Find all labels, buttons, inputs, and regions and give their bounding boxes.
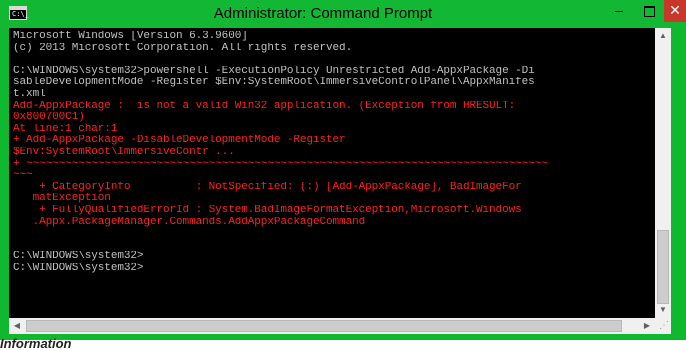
close-button[interactable]: ✕ (664, 0, 686, 22)
scroll-left-arrow-icon[interactable]: ◀ (9, 318, 25, 334)
maximize-button[interactable] (636, 0, 662, 22)
console-line: + ~~~~~~~~~~~~~~~~~~~~~~~~~~~~~~~~~~~~~~… (13, 158, 548, 170)
console-line: C:\WINDOWS\system32> (13, 251, 144, 263)
scroll-right-arrow-icon[interactable]: ▶ (639, 318, 655, 334)
console-line: matException (13, 193, 111, 205)
console-line: .Appx.PackageManager.Commands.AddAppxPac… (13, 216, 366, 228)
scroll-up-arrow-icon[interactable]: ▲ (655, 28, 671, 44)
maximize-icon (643, 6, 655, 17)
title-bar[interactable]: C:\_ Administrator: Command Prompt – ✕ (0, 0, 686, 28)
vertical-scroll-thumb[interactable] (657, 230, 669, 304)
console-line: (c) 2013 Microsoft Corporation. All righ… (13, 42, 353, 54)
console-line: Microsoft Windows [Version 6.3.9600] (13, 31, 248, 42)
console-line: C:\WINDOWS\system32>powershell -Executio… (13, 65, 535, 77)
window-title: Administrator: Command Prompt (213, 5, 433, 22)
horizontal-scroll-thumb[interactable] (26, 320, 622, 332)
console-line: + Add-AppxPackage -DisableDevelopmentMod… (13, 135, 346, 147)
resize-grip-icon[interactable]: ⋰ (657, 318, 671, 334)
console-line: $Env:SystemRoot\ImmersiveContr ... (13, 146, 235, 158)
console-line: ~~~ (13, 170, 33, 182)
scroll-down-arrow-icon[interactable]: ▼ (655, 302, 671, 318)
console-line: C:\WINDOWS\system32> (13, 262, 144, 274)
console-line: Add-AppxPackage : is not a valid Win32 a… (13, 100, 516, 112)
minimize-button[interactable]: – (606, 0, 632, 22)
console-line: At line:1 char:1 (13, 123, 118, 135)
console-line: sableDevelopmentMode -Register $Env:Syst… (13, 77, 535, 89)
console-output[interactable]: Microsoft Windows [Version 6.3.9600] (c) … (9, 28, 655, 318)
horizontal-scrollbar[interactable]: ◀ ▶ ⋰ (9, 318, 671, 334)
window-right-border (671, 28, 686, 340)
console-lines: Microsoft Windows [Version 6.3.9600] (c) … (13, 31, 653, 274)
console-line: + FullyQualifiedErrorId : System.BadImag… (13, 204, 522, 216)
console-line: + CategoryInfo : NotSpecified: (:) [Add-… (13, 181, 522, 193)
command-prompt-window: C:\_ Administrator: Command Prompt – ✕ M… (0, 0, 686, 340)
console-line: 0x800700C1) (13, 112, 85, 124)
console-line: t.xml (13, 88, 46, 100)
vertical-scrollbar[interactable]: ▲ ▼ (655, 28, 671, 318)
